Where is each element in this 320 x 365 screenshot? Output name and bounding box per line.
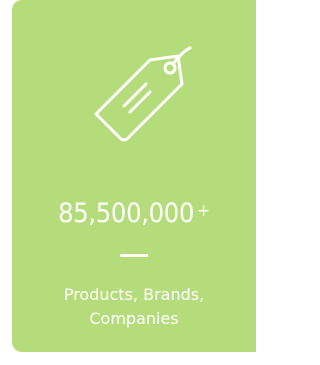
stat-card: 85,500,000 + Products, Brands, Companies	[12, 0, 256, 352]
caption-line-1: Products, Brands,	[63, 285, 205, 304]
stat-value: 85,500,000 +	[12, 200, 256, 227]
stat-suffix: +	[197, 201, 210, 221]
caption-line-2: Companies	[89, 309, 179, 328]
price-tag-icon	[94, 46, 192, 142]
stat-number: 85,500,000	[58, 198, 195, 229]
stat-caption: Products, Brands, Companies	[12, 283, 256, 331]
divider	[120, 254, 148, 257]
